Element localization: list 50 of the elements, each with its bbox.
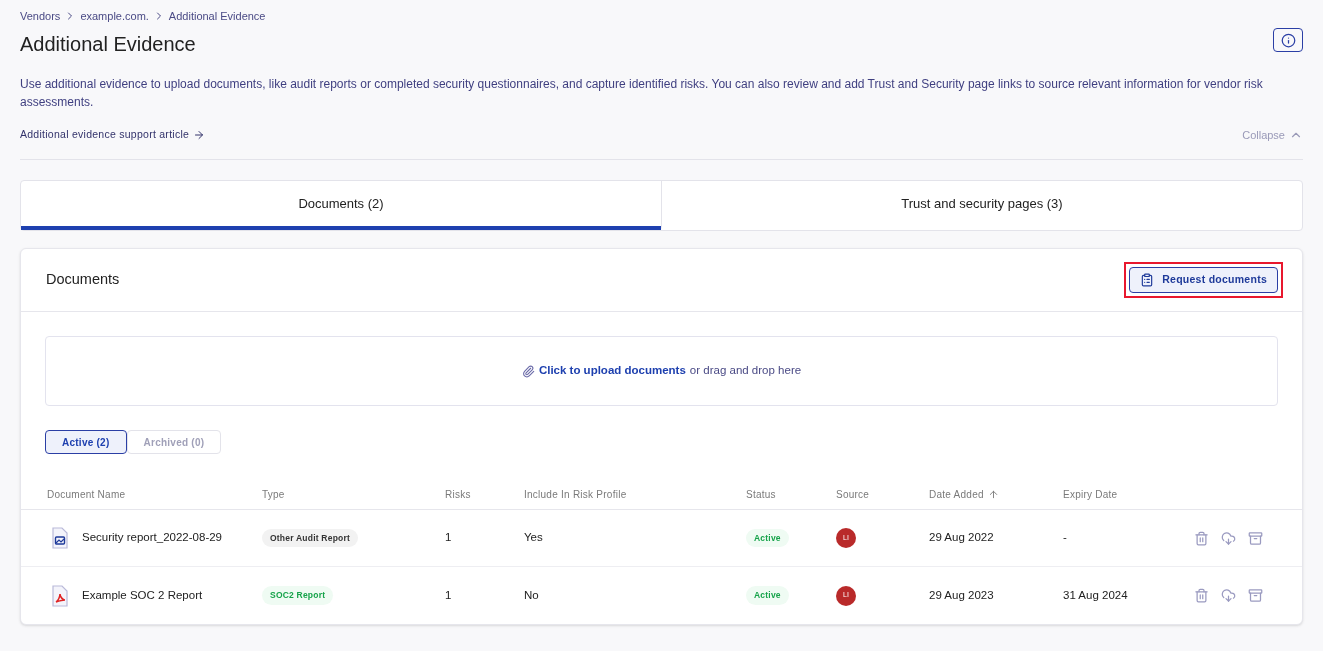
archive-icon[interactable] [1248,530,1263,546]
status-tag: Active [746,586,789,605]
cloud-download-icon[interactable] [1221,588,1236,603]
document-name[interactable]: Security report_2022-08-29 [82,529,222,547]
type-tag: Other Audit Report [262,528,358,548]
info-icon [1280,32,1296,48]
type-tag: SOC2 Report [262,586,334,605]
column-header[interactable]: Include In Risk Profile [524,487,627,502]
image-file-icon [52,527,68,549]
info-button[interactable] [1273,28,1303,52]
trash-icon[interactable] [1194,588,1209,603]
tab[interactable]: Documents (2) [21,181,661,230]
request-documents-button[interactable]: Request documents [1129,267,1278,293]
column-header[interactable]: Status [746,487,776,502]
expiry-date: 31 Aug 2024 [1063,588,1128,601]
upload-hint: or drag and drop here [689,363,802,379]
upload-link[interactable]: Click to upload documents [538,362,686,380]
risks-count: 1 [445,588,452,601]
column-header[interactable]: Date Added [929,487,999,502]
status-tag: Active [746,528,789,548]
include-value: No [524,588,539,601]
page-title: Additional Evidence [20,31,197,57]
paperclip-icon [521,364,535,378]
date-added: 29 Aug 2022 [929,531,994,544]
document-list-icon [1140,273,1155,287]
cloud-download-icon[interactable] [1221,530,1236,546]
upload-dropzone[interactable]: Click to upload documents or drag and drop here [45,336,1278,406]
breadcrumb-link[interactable]: Additional Evidence [168,8,266,25]
document-name[interactable]: Example SOC 2 Report [82,586,203,605]
pdf-file-icon [52,584,68,607]
breadcrumb-link[interactable]: example.com. [80,8,149,25]
breadcrumb-link[interactable]: Vendors [20,8,61,25]
archive-icon[interactable] [1248,588,1263,603]
column-header[interactable]: Type [262,487,285,502]
trash-icon[interactable] [1194,530,1209,546]
arrow-right-icon [193,128,206,141]
column-header[interactable]: Risks [445,487,471,502]
include-value: Yes [524,531,543,544]
column-header[interactable]: Expiry Date [1063,487,1118,502]
card-title: Documents [46,270,120,290]
tab[interactable]: Trust and security pages (3) [661,181,1302,230]
support-article-link[interactable]: Additional evidence support article [20,126,206,143]
sort-arrow-icon [987,489,999,500]
risks-count: 1 [445,531,452,544]
date-added: 29 Aug 2023 [929,588,994,601]
expiry-date: - [1063,531,1067,544]
description-text: Use additional evidence to upload documents, like audit reports or completed security questionnaires, and capture identified risks. You can also review and add Trust and Security page links to source relevant information for vendor risk assessments. [20,75,1264,111]
filter-tab[interactable]: Active (2) [45,430,127,454]
column-header[interactable]: Source [836,487,870,502]
column-header[interactable]: Document Name [47,487,126,502]
